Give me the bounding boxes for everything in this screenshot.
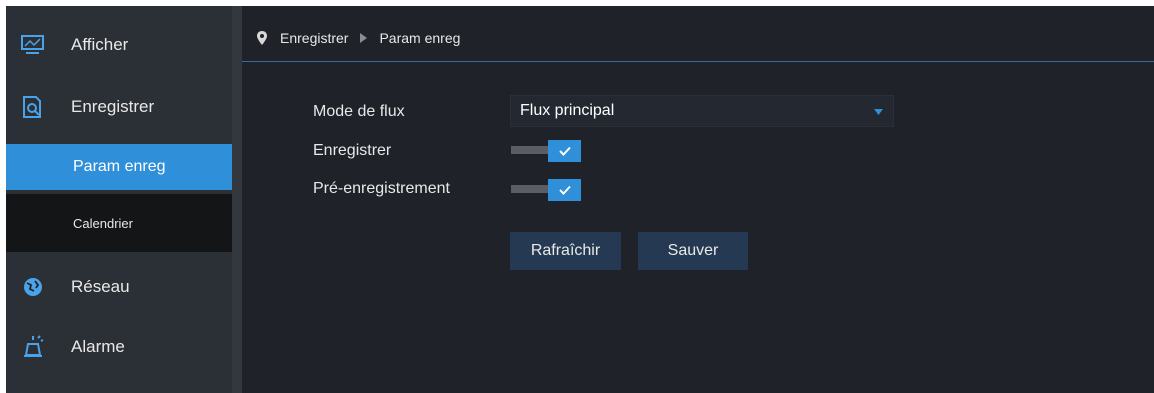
- sidebar-item-alarme[interactable]: Alarme: [6, 317, 232, 377]
- checkmark-icon: [548, 179, 581, 201]
- record-toggle[interactable]: [511, 140, 582, 162]
- sidebar-item-enregistrer[interactable]: Enregistrer: [6, 77, 232, 137]
- caret-right-icon: [360, 32, 368, 43]
- dropdown-arrow-icon: [874, 102, 883, 120]
- record-search-icon: [21, 95, 45, 119]
- sidebar-item-label: Alarme: [71, 337, 125, 356]
- toggle-track: [511, 185, 551, 193]
- prerecord-label: Pré-enregistrement: [313, 180, 450, 197]
- location-pin-icon: [257, 30, 267, 45]
- app-window: Afficher Enregistrer Param enreg Calendr…: [6, 6, 1154, 393]
- record-label: Enregistrer: [313, 142, 392, 159]
- breadcrumb: Enregistrer Param enreg: [242, 14, 1154, 62]
- sidebar-subitem-param-enreg[interactable]: Param enreg: [6, 144, 232, 190]
- main-panel: Enregistrer Param enreg Mode de flux Flu…: [242, 6, 1154, 393]
- checkmark-icon: [548, 140, 581, 162]
- stream-mode-label: Mode de flux: [313, 103, 405, 120]
- breadcrumb-page: Param enreg: [379, 29, 461, 46]
- alarm-bell-icon: [21, 335, 45, 359]
- sidebar-item-label: Réseau: [71, 277, 130, 296]
- sidebar-item-reseau[interactable]: Réseau: [6, 257, 232, 317]
- sidebar: Afficher Enregistrer Param enreg Calendr…: [6, 6, 232, 393]
- sidebar-item-label: Enregistrer: [71, 97, 155, 116]
- monitor-icon: [21, 33, 45, 57]
- stream-mode-value: Flux principal: [520, 102, 615, 119]
- prerecord-toggle[interactable]: [511, 179, 582, 201]
- network-globe-icon: [21, 275, 45, 299]
- sidebar-item-afficher[interactable]: Afficher: [6, 15, 232, 75]
- sidebar-divider: [232, 6, 242, 393]
- sidebar-subitem-calendrier[interactable]: Calendrier: [6, 194, 232, 252]
- save-button[interactable]: Sauver: [638, 232, 748, 270]
- toggle-track: [511, 146, 551, 154]
- breadcrumb-section[interactable]: Enregistrer: [280, 30, 348, 46]
- stream-mode-select[interactable]: Flux principal: [510, 95, 894, 127]
- sidebar-item-label: Afficher: [71, 35, 129, 54]
- refresh-button[interactable]: Rafraîchir: [510, 232, 621, 270]
- sidebar-subitem-label: Param enreg: [73, 158, 166, 175]
- sidebar-subitem-label: Calendrier: [73, 215, 133, 231]
